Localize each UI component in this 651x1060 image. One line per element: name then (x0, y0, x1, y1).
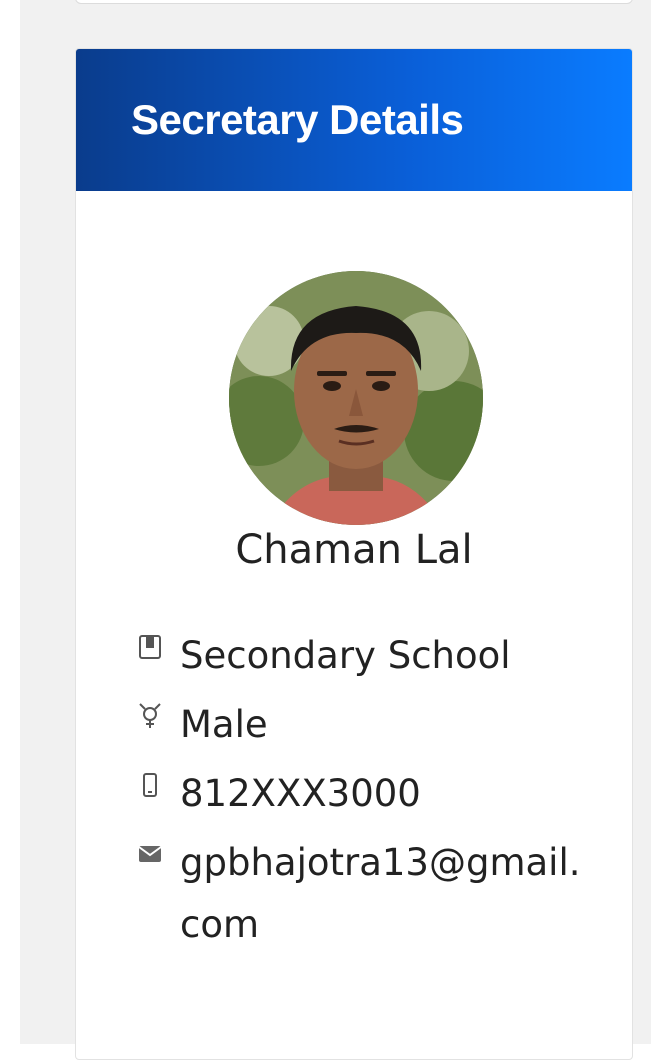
phone-row: 812XXX3000 (136, 763, 421, 825)
avatar-photo (229, 271, 483, 525)
book-icon (136, 633, 164, 661)
avatar (229, 271, 483, 525)
mobile-phone-icon (136, 771, 164, 799)
secretary-details-card: Secretary Details Chaman Lal Secondary S… (75, 48, 633, 1060)
card-header: Secretary Details (76, 49, 632, 191)
envelope-icon (136, 840, 164, 868)
school-row: Secondary School (136, 625, 511, 687)
phone-text: 812XXX3000 (180, 772, 421, 815)
previous-card-edge (75, 0, 633, 4)
gender-row: Male (136, 694, 268, 756)
school-text: Secondary School (180, 634, 511, 677)
secretary-name: Chaman Lal (235, 527, 473, 573)
email-text[interactable]: gpbhajotra13@gmail.com (180, 832, 600, 956)
card-title: Secretary Details (131, 96, 464, 143)
gender-text: Male (180, 703, 268, 746)
gender-icon (136, 702, 164, 730)
email-row: gpbhajotra13@gmail.com (136, 832, 600, 956)
